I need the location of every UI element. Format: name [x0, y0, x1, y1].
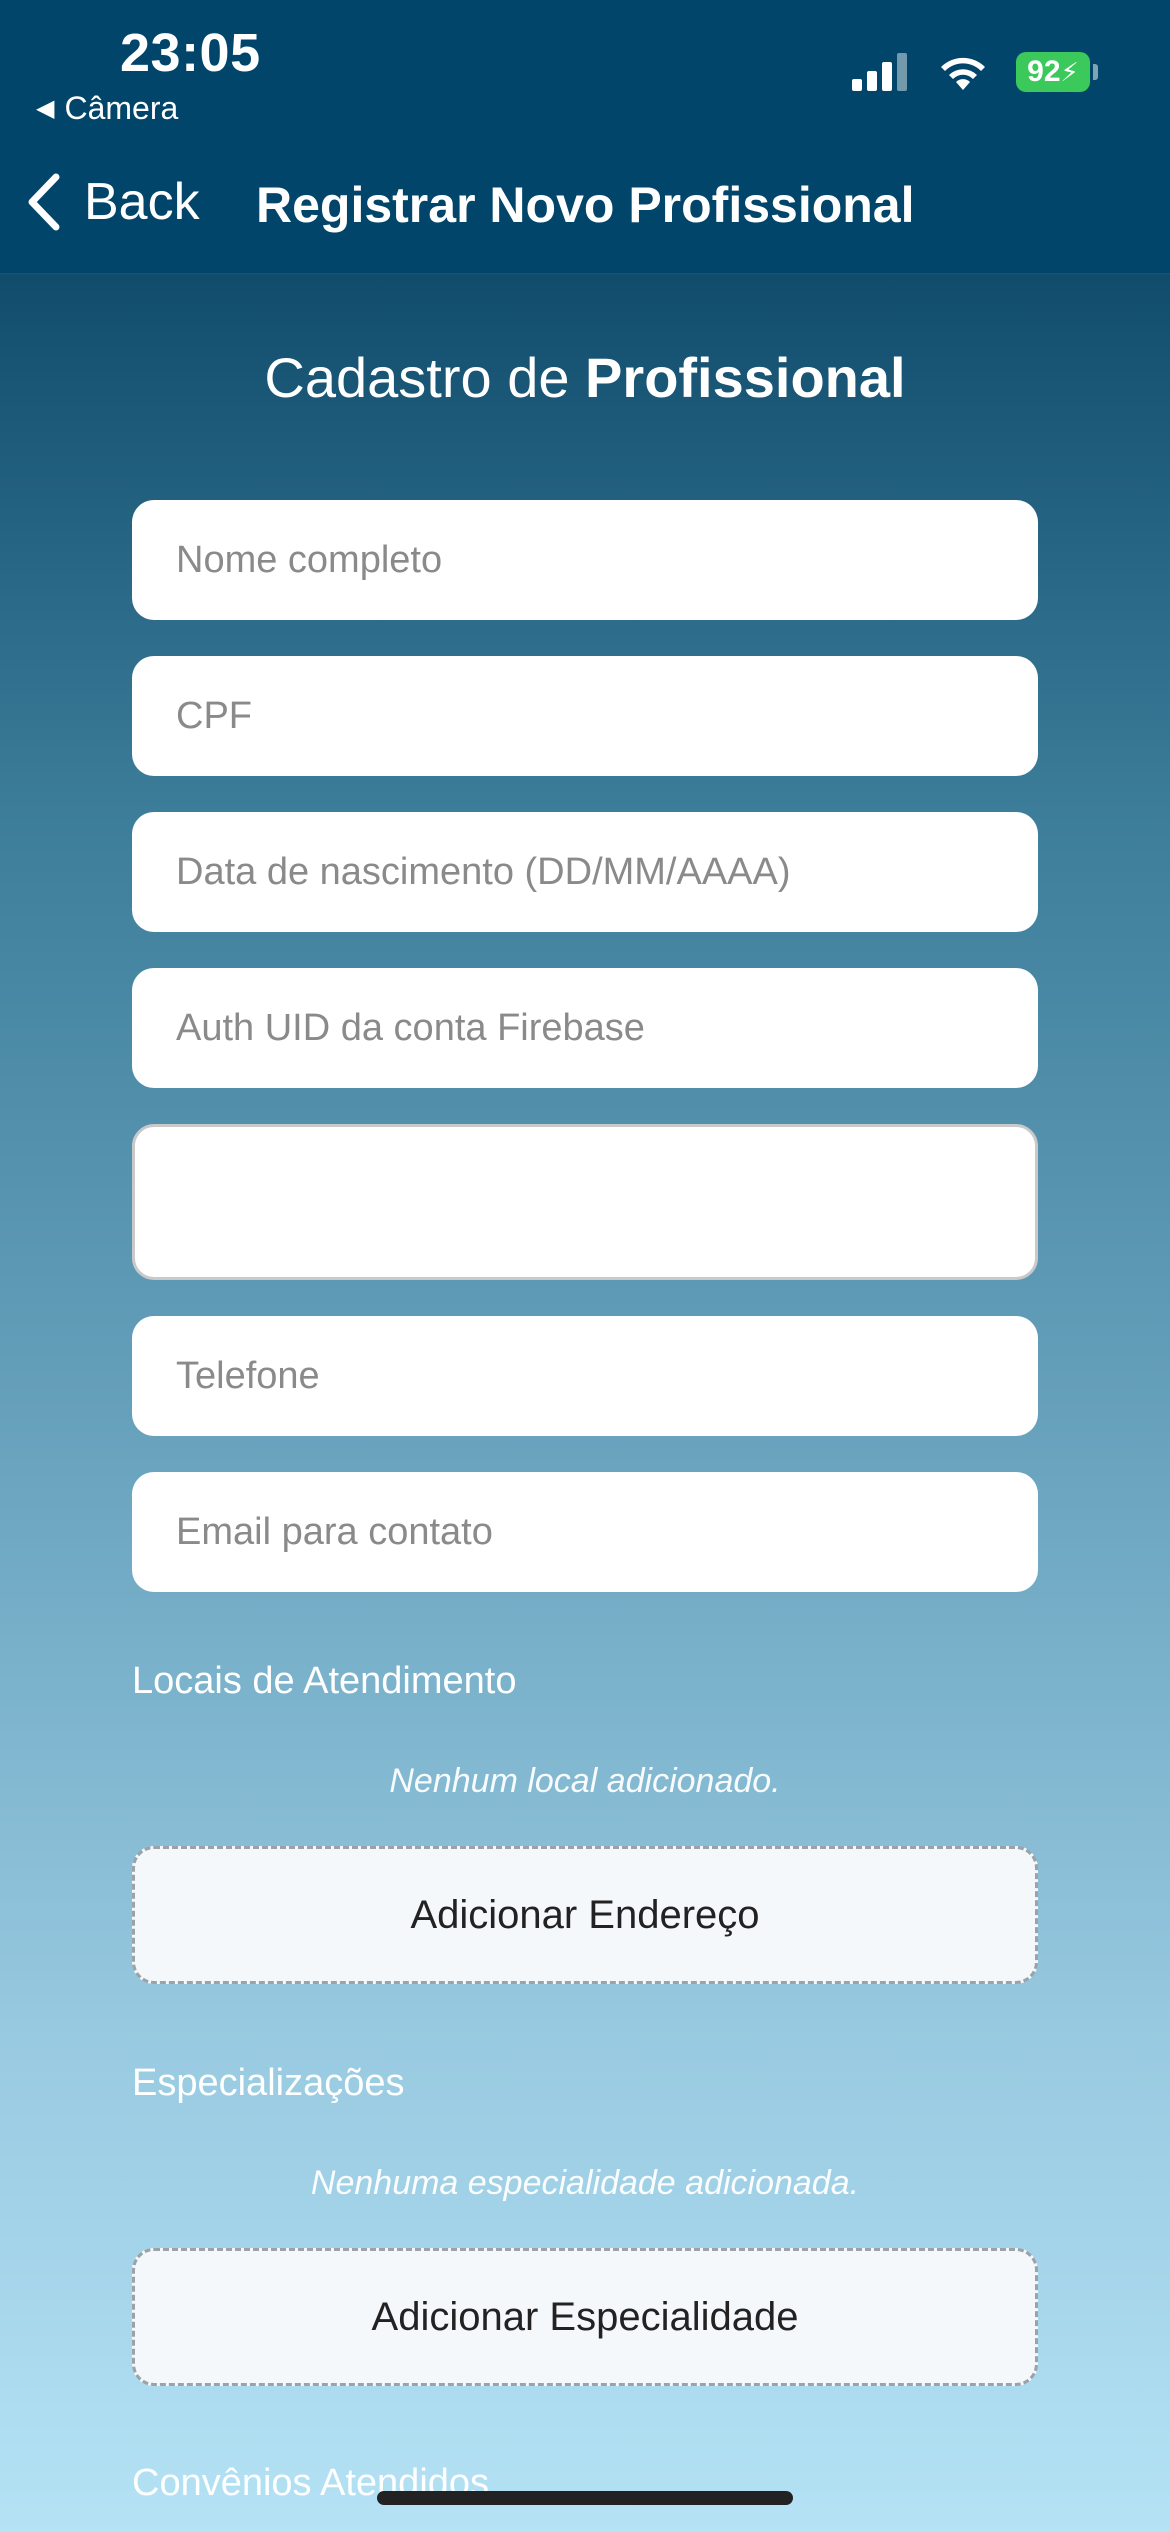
especializacoes-label: Especializações [132, 2062, 405, 2104]
chevron-left-icon [28, 173, 60, 231]
email-input[interactable] [132, 1472, 1038, 1592]
heading-normal: Cadastro de [264, 346, 586, 409]
page-title: Registrar Novo Profissional [256, 177, 915, 233]
back-button[interactable]: Back [26, 172, 200, 232]
empty-input-box[interactable] [132, 1124, 1038, 1280]
cpf-input[interactable] [132, 656, 1038, 776]
status-icons: 92 ⚡ [852, 52, 1098, 92]
back-triangle-icon: ◀ [36, 95, 55, 122]
heading-bold: Profissional [585, 346, 906, 409]
add-specialty-label: Adicionar Especialidade [371, 2294, 799, 2339]
add-address-button[interactable]: Adicionar Endereço [132, 1846, 1038, 1984]
back-to-app[interactable]: ◀ Câmera [36, 90, 178, 127]
auth-uid-input[interactable] [132, 968, 1038, 1088]
signal-icon [852, 53, 907, 91]
locais-empty-note: Nenhum local adicionado. [389, 1762, 781, 1800]
add-specialty-button[interactable]: Adicionar Especialidade [132, 2248, 1038, 2386]
form-heading: Cadastro de Profissional [0, 345, 1170, 410]
phone-input[interactable] [132, 1316, 1038, 1436]
top-bar: 23:05 ◀ Câmera 92 ⚡ Back Registrar Novo P… [0, 0, 1170, 274]
status-time: 23:05 [120, 23, 261, 83]
battery-level: 92 [1027, 55, 1061, 88]
back-label: Back [84, 173, 200, 231]
add-address-label: Adicionar Endereço [410, 1892, 760, 1937]
back-app-label: Câmera [64, 90, 179, 126]
especializacoes-empty-note: Nenhuma especialidade adicionada. [310, 2164, 860, 2202]
locais-label: Locais de Atendimento [132, 1660, 517, 1702]
battery-icon: 92 ⚡ [1016, 52, 1098, 92]
name-input[interactable] [132, 500, 1038, 620]
home-indicator[interactable] [377, 2491, 793, 2505]
wifi-icon [941, 57, 985, 90]
birthdate-input[interactable] [132, 812, 1038, 932]
